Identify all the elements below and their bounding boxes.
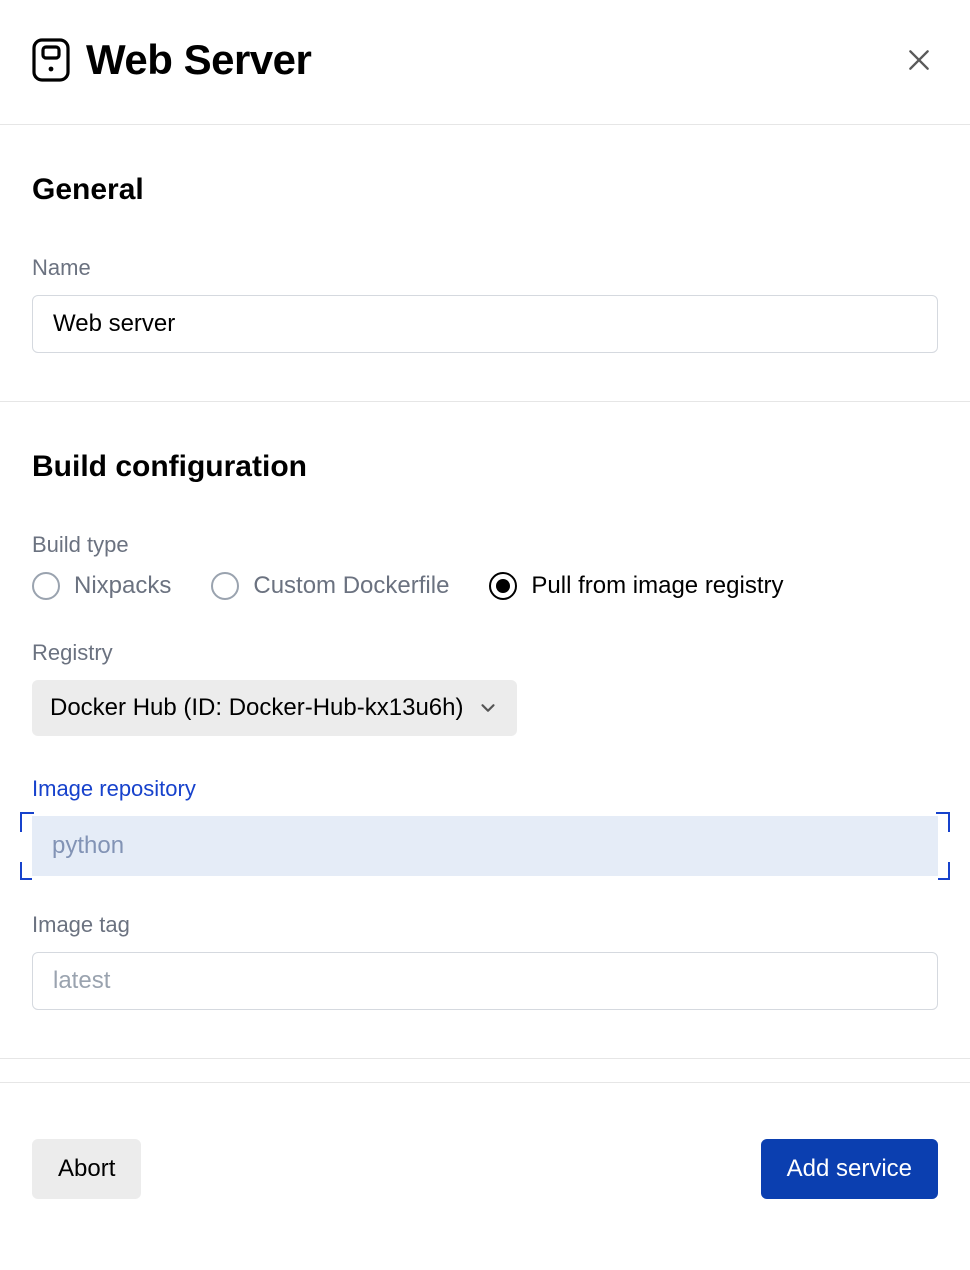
- radio-custom-dockerfile[interactable]: Custom Dockerfile: [211, 572, 449, 600]
- radio-pull-registry[interactable]: Pull from image registry: [489, 572, 783, 600]
- image-repository-label: Image repository: [32, 776, 938, 802]
- field-image-repository: Image repository: [32, 776, 938, 876]
- registry-select[interactable]: Docker Hub (ID: Docker-Hub-kx13u6h): [32, 680, 517, 736]
- field-name: Name: [32, 255, 938, 353]
- image-tag-label: Image tag: [32, 912, 938, 938]
- section-build-config: Build configuration Build type Nixpacks …: [0, 402, 970, 1059]
- image-tag-input[interactable]: [32, 952, 938, 1010]
- build-type-label: Build type: [32, 532, 938, 558]
- header-left: Web Server: [32, 36, 311, 84]
- radio-label: Custom Dockerfile: [253, 572, 449, 600]
- server-icon: [32, 38, 70, 82]
- registry-selected-value: Docker Hub (ID: Docker-Hub-kx13u6h): [50, 694, 463, 722]
- build-type-radio-group: Nixpacks Custom Dockerfile Pull from ima…: [32, 572, 938, 600]
- field-image-tag: Image tag: [32, 912, 938, 1010]
- radio-icon: [32, 572, 60, 600]
- radio-label: Pull from image registry: [531, 572, 783, 600]
- section-title-build: Build configuration: [32, 450, 938, 484]
- dialog-header: Web Server: [0, 0, 970, 125]
- section-general: General Name: [0, 125, 970, 402]
- close-icon: [906, 47, 932, 73]
- radio-icon: [211, 572, 239, 600]
- footer-divider: [0, 1059, 970, 1083]
- close-button[interactable]: [900, 41, 938, 79]
- radio-nixpacks[interactable]: Nixpacks: [32, 572, 171, 600]
- radio-label: Nixpacks: [74, 572, 171, 600]
- image-repository-input[interactable]: [32, 816, 938, 876]
- focus-frame: [24, 816, 946, 876]
- name-input[interactable]: [32, 295, 938, 353]
- add-service-button[interactable]: Add service: [761, 1139, 938, 1199]
- name-label: Name: [32, 255, 938, 281]
- chevron-down-icon: [477, 697, 499, 719]
- abort-button[interactable]: Abort: [32, 1139, 141, 1199]
- radio-icon: [489, 572, 517, 600]
- section-title-general: General: [32, 173, 938, 207]
- dialog-footer: Abort Add service: [0, 1083, 970, 1199]
- registry-label: Registry: [32, 640, 938, 666]
- page-title: Web Server: [86, 36, 311, 84]
